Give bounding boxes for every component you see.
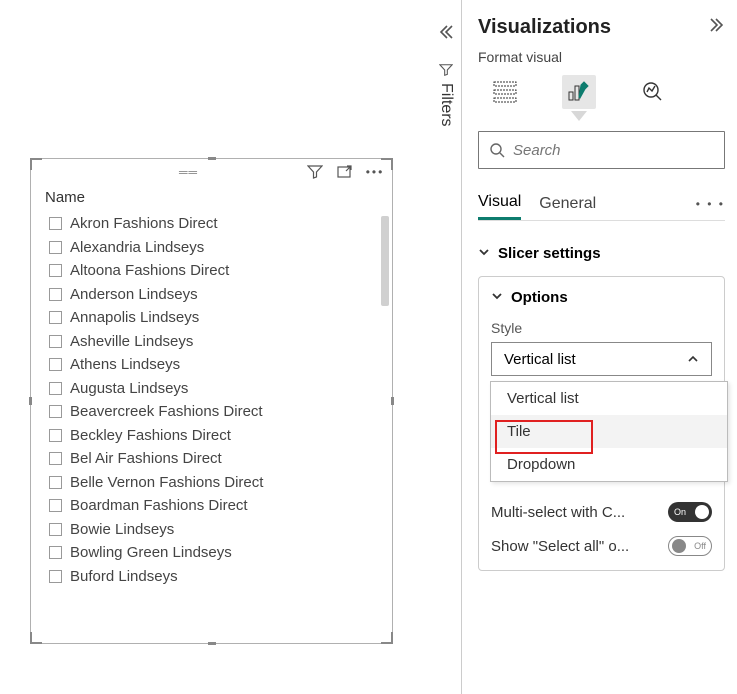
pane-subtitle: Format visual — [478, 49, 725, 65]
slicer-item-label: Bowie Lindseys — [70, 521, 174, 538]
collapse-filters-icon[interactable] — [438, 24, 454, 45]
format-tabs: Visual General • • • — [478, 187, 725, 221]
pane-title: Visualizations — [478, 16, 611, 39]
scrollbar-thumb[interactable] — [381, 216, 389, 306]
search-box[interactable] — [478, 131, 725, 169]
format-tool-row — [478, 71, 725, 109]
resize-handle-t[interactable] — [208, 157, 216, 160]
slicer-item[interactable]: Belle Vernon Fashions Direct — [49, 471, 392, 495]
checkbox[interactable] — [49, 241, 62, 254]
style-option-dropdown[interactable]: Dropdown — [491, 448, 727, 481]
slicer-item[interactable]: Athens Lindseys — [49, 353, 392, 377]
visualizations-pane: Visualizations Format visual Visual Gene… — [461, 0, 737, 694]
slicer-item-label: Annapolis Lindseys — [70, 309, 199, 326]
slicer-item[interactable]: Asheville Lindseys — [49, 330, 392, 354]
checkbox[interactable] — [49, 335, 62, 348]
slicer-item[interactable]: Annapolis Lindseys — [49, 306, 392, 330]
slicer-header: ══ ••• — [31, 159, 392, 185]
report-canvas[interactable]: ══ ••• Name Akron Fashions Direct Alexand… — [0, 0, 431, 694]
card-options-header[interactable]: Options — [491, 289, 712, 306]
checkbox[interactable] — [49, 499, 62, 512]
slicer-item-label: Altoona Fashions Direct — [70, 262, 229, 279]
checkbox[interactable] — [49, 288, 62, 301]
expand-pane-icon[interactable] — [709, 17, 725, 38]
slicer-item[interactable]: Bowling Green Lindseys — [49, 541, 392, 565]
slicer-item-label: Buford Lindseys — [70, 568, 178, 585]
chevron-down-icon — [491, 290, 503, 305]
slicer-item[interactable]: Bel Air Fashions Direct — [49, 447, 392, 471]
slicer-item[interactable]: Boardman Fashions Direct — [49, 494, 392, 518]
section-slicer-settings[interactable]: Slicer settings — [478, 245, 725, 262]
slicer-item-label: Akron Fashions Direct — [70, 215, 218, 232]
slicer-item-label: Boardman Fashions Direct — [70, 497, 248, 514]
checkbox[interactable] — [49, 217, 62, 230]
slicer-item-label: Asheville Lindseys — [70, 333, 193, 350]
tab-visual[interactable]: Visual — [478, 187, 521, 220]
slicer-visual[interactable]: ══ ••• Name Akron Fashions Direct Alexand… — [30, 158, 393, 644]
multi-select-toggle[interactable]: On — [668, 502, 712, 522]
select-all-toggle[interactable]: Off — [668, 536, 712, 556]
slicer-item[interactable]: Bowie Lindseys — [49, 518, 392, 542]
chevron-down-icon — [478, 246, 490, 261]
style-dropdown: Vertical list Tile Dropdown — [490, 381, 728, 482]
checkbox[interactable] — [49, 264, 62, 277]
style-option-tile[interactable]: Tile — [491, 415, 727, 448]
checkbox[interactable] — [49, 546, 62, 559]
checkbox[interactable] — [49, 452, 62, 465]
filter-icon[interactable] — [306, 163, 324, 181]
select-all-row: Show "Select all" o... Off — [491, 536, 712, 556]
slicer-item-list[interactable]: Akron Fashions Direct Alexandria Lindseys… — [31, 212, 392, 640]
slicer-item-label: Anderson Lindseys — [70, 286, 198, 303]
analytics-icon[interactable] — [636, 75, 670, 109]
slicer-item[interactable]: Alexandria Lindseys — [49, 236, 392, 260]
tab-general[interactable]: General — [539, 189, 596, 219]
slicer-item-label: Augusta Lindseys — [70, 380, 188, 397]
slicer-item-label: Beckley Fashions Direct — [70, 427, 231, 444]
slicer-field-label: Name — [31, 185, 392, 212]
checkbox[interactable] — [49, 523, 62, 536]
slicer-item-label: Belle Vernon Fashions Direct — [70, 474, 263, 491]
slicer-item[interactable]: Anderson Lindseys — [49, 283, 392, 307]
checkbox[interactable] — [49, 429, 62, 442]
slicer-item[interactable]: Akron Fashions Direct — [49, 212, 392, 236]
slicer-item[interactable]: Beavercreek Fashions Direct — [49, 400, 392, 424]
slicer-item-label: Alexandria Lindseys — [70, 239, 204, 256]
build-visual-icon[interactable] — [488, 75, 522, 109]
resize-handle-tl[interactable] — [30, 158, 42, 170]
slicer-item[interactable]: Buford Lindseys — [49, 565, 392, 589]
style-label: Style — [491, 320, 712, 336]
chevron-up-icon — [687, 353, 699, 365]
checkbox[interactable] — [49, 476, 62, 489]
search-icon — [489, 142, 505, 158]
filters-pane-label[interactable]: Filters — [437, 55, 455, 127]
slicer-item[interactable]: Beckley Fashions Direct — [49, 424, 392, 448]
multi-select-row: Multi-select with C... On — [491, 502, 712, 522]
slicer-item-label: Bowling Green Lindseys — [70, 544, 232, 561]
slicer-item-label: Athens Lindseys — [70, 356, 180, 373]
resize-handle-tr[interactable] — [381, 158, 393, 170]
style-select[interactable]: Vertical list — [491, 342, 712, 376]
checkbox[interactable] — [49, 570, 62, 583]
style-option-vertical-list[interactable]: Vertical list — [491, 382, 727, 415]
checkbox[interactable] — [49, 358, 62, 371]
filters-rail: Filters — [431, 0, 461, 694]
search-input[interactable] — [513, 142, 714, 159]
format-visual-icon[interactable] — [562, 75, 596, 109]
resize-handle-b[interactable] — [208, 642, 216, 645]
checkbox[interactable] — [49, 311, 62, 324]
options-card: Options Style Vertical list Vertical lis… — [478, 276, 725, 571]
checkbox[interactable] — [49, 382, 62, 395]
slicer-item[interactable]: Augusta Lindseys — [49, 377, 392, 401]
focus-mode-icon[interactable] — [336, 163, 354, 181]
drag-handle[interactable]: ══ — [179, 165, 198, 179]
slicer-item-label: Bel Air Fashions Direct — [70, 450, 222, 467]
slicer-item[interactable]: Altoona Fashions Direct — [49, 259, 392, 283]
slicer-item-label: Beavercreek Fashions Direct — [70, 403, 263, 420]
tabs-more-icon[interactable]: • • • — [696, 197, 725, 211]
checkbox[interactable] — [49, 405, 62, 418]
